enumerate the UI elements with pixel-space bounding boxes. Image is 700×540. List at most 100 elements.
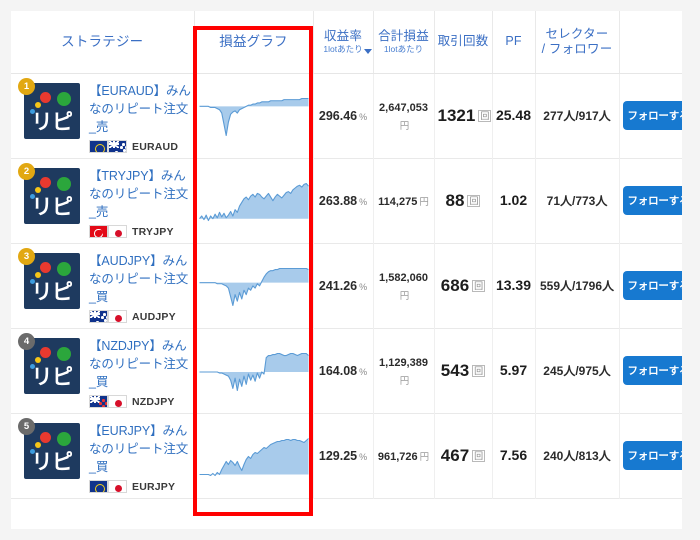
flag-eu-icon [89,140,108,153]
cell-trade-count: 88 回 [434,158,493,243]
table-row[interactable]: 5 リピ 【EURJPY】みんなのリピート注文_買 EURJPY 129.25% 961,… [11,413,682,498]
cell-profit-loss-graph[interactable] [194,413,314,498]
currency-pair-code: NZDJPY [132,395,175,408]
column-header-pl-label: 合計損益 [378,28,429,43]
red-dot-icon [40,432,51,443]
cell-total-profit-loss: 2,647,053 円 [373,73,435,158]
strategy-logo-wrapper: 5 リピ [18,418,80,479]
column-header-selector-sub: / フォロワー [541,41,613,56]
cell-profit-factor: 25.48 [492,73,536,158]
cell-strategy: 5 リピ 【EURJPY】みんなのリピート注文_買 EURJPY [11,413,195,498]
profit-rate-unit: % [359,451,368,462]
strategy-logo-wrapper: 4 リピ [18,333,80,394]
cell-strategy: 3 リピ 【AUDJPY】みんなのリピート注文_買 AUDJPY [11,243,195,328]
cell-profit-factor: 13.39 [492,243,536,328]
strategy-logo-text: リピ [31,366,74,389]
ranking-card: ストラテジー 損益グラフ 収益率 1lotあたり 合計損益 1lotあたり 取引… [11,11,682,529]
strategy-name-link[interactable]: 【EURJPY】みんなのリピート注文_買 [89,424,188,474]
cell-trade-count: 543 回 [434,328,493,413]
total-profit-loss-number: 114,275 [378,195,418,208]
cell-profit-factor: 5.97 [492,328,536,413]
cell-profit-loss-graph[interactable] [194,73,314,158]
cell-profit-factor: 1.02 [492,158,536,243]
cell-total-profit-loss: 961,726 円 [373,413,435,498]
strategy-logo-text: リピ [31,196,74,219]
rank-badge: 2 [18,163,35,180]
table-header: ストラテジー 損益グラフ 収益率 1lotあたり 合計損益 1lotあたり 取引… [11,11,682,74]
follow-button[interactable]: フォローする [622,186,682,215]
rank-badge: 3 [18,248,35,265]
cell-selector-follower: 277人/917人 [535,73,620,158]
cell-profit-loss-graph[interactable] [194,243,314,328]
column-header-rate-sub: 1lotあたり [323,43,363,54]
profit-rate-unit: % [359,196,368,207]
profit-rate-number: 164.08 [318,363,358,378]
sort-descending-icon[interactable] [363,48,372,54]
cell-follow-action: フォローする [619,158,682,243]
table-row[interactable]: 3 リピ 【AUDJPY】みんなのリピート注文_買 AUDJPY 241.26% 1,58… [11,243,682,328]
cell-total-profit-loss: 1,582,060 円 [373,243,435,328]
yellow-dot-icon [35,272,41,278]
cell-follow-action: フォローする [619,328,682,413]
cell-total-profit-loss: 1,129,389 円 [373,328,435,413]
flag-pair [89,480,127,493]
follow-button[interactable]: フォローする [622,356,682,385]
selector-follower-value: 245人/975人 [543,363,611,378]
table-row[interactable]: 2 リピ 【TRYJPY】みんなのリピート注文_売 TRYJPY 263.88% 114,… [11,158,682,243]
currency-pair-row: EURAUD [89,140,194,153]
total-profit-loss-number: 1,129,389 [379,356,428,369]
strategy-name-link[interactable]: 【NZDJPY】みんなのリピート注文_買 [89,339,188,389]
yellow-dot-icon [35,357,41,363]
cell-strategy: 4 リピ 【NZDJPY】みんなのリピート注文_買 NZDJPY [11,328,195,413]
trade-count-number: 543 [440,360,470,380]
column-header-trades[interactable]: 取引回数 [434,11,493,74]
column-header-selector[interactable]: セレクター / フォロワー [535,11,620,74]
column-header-pf[interactable]: PF [492,11,536,74]
table-body: 1 リピ 【EURAUD】みんなのリピート注文_売 EURAUD 296.46% 2,64… [11,73,682,498]
column-header-pl[interactable]: 合計損益 1lotあたり [373,11,435,74]
flag-au-icon [89,310,108,323]
cell-profit-factor: 7.56 [492,413,536,498]
trade-count-value: 88 回 [446,191,481,210]
trade-count-value: 686 回 [441,276,486,295]
follow-button[interactable]: フォローする [622,271,682,300]
total-profit-loss-value: 114,275 円 [378,196,429,208]
cell-profit-loss-graph[interactable] [194,158,314,243]
flag-eu-icon [89,480,108,493]
trade-count-unit: 回 [467,194,481,207]
strategy-name-link[interactable]: 【AUDJPY】みんなのリピート注文_買 [89,254,188,304]
profit-rate-value: 129.25% [319,449,367,463]
table-row[interactable]: 1 リピ 【EURAUD】みんなのリピート注文_売 EURAUD 296.46% 2,64… [11,73,682,158]
cell-profit-loss-graph[interactable] [194,328,314,413]
flag-nz-icon [89,395,108,408]
profit-rate-number: 296.46 [318,108,358,123]
cell-trade-count: 686 回 [434,243,493,328]
follow-button[interactable]: フォローする [622,441,682,470]
cell-strategy: 2 リピ 【TRYJPY】みんなのリピート注文_売 TRYJPY [11,158,195,243]
selector-follower-value: 71人/773人 [546,193,608,208]
red-dot-icon [40,262,51,273]
strategy-ranking-table: ストラテジー 損益グラフ 収益率 1lotあたり 合計損益 1lotあたり 取引… [11,11,682,499]
sort-control-rate[interactable]: 収益率 1lotあたり [323,29,372,55]
total-profit-loss-unit: 円 [419,196,429,208]
column-header-pl-sub: 1lotあたり [383,43,424,54]
column-header-graph-label: 損益グラフ [219,34,288,50]
total-profit-loss-unit: 円 [399,375,410,387]
trade-count-value: 467 回 [441,446,486,465]
strategy-logo-wrapper: 2 リピ [18,163,80,224]
total-profit-loss-value: 961,726 円 [378,451,429,463]
strategy-name-link[interactable]: 【EURAUD】みんなのリピート注文_売 [89,84,191,134]
column-header-strategy: ストラテジー [11,11,195,74]
profit-rate-unit: % [359,366,368,377]
column-header-rate[interactable]: 収益率 1lotあたり [313,11,374,74]
strategy-name-link[interactable]: 【TRYJPY】みんなのリピート注文_売 [89,169,188,219]
table-row[interactable]: 4 リピ 【NZDJPY】みんなのリピート注文_買 NZDJPY 164.08% 1,12… [11,328,682,413]
trade-count-unit: 回 [478,109,492,122]
currency-pair-code: EURJPY [132,480,176,493]
rank-badge: 5 [18,418,35,435]
profit-factor-value: 13.39 [495,276,532,293]
profit-factor-value: 25.48 [495,106,532,123]
follow-button[interactable]: フォローする [622,101,682,130]
flag-pair [89,140,127,153]
rank-badge: 4 [18,333,35,350]
